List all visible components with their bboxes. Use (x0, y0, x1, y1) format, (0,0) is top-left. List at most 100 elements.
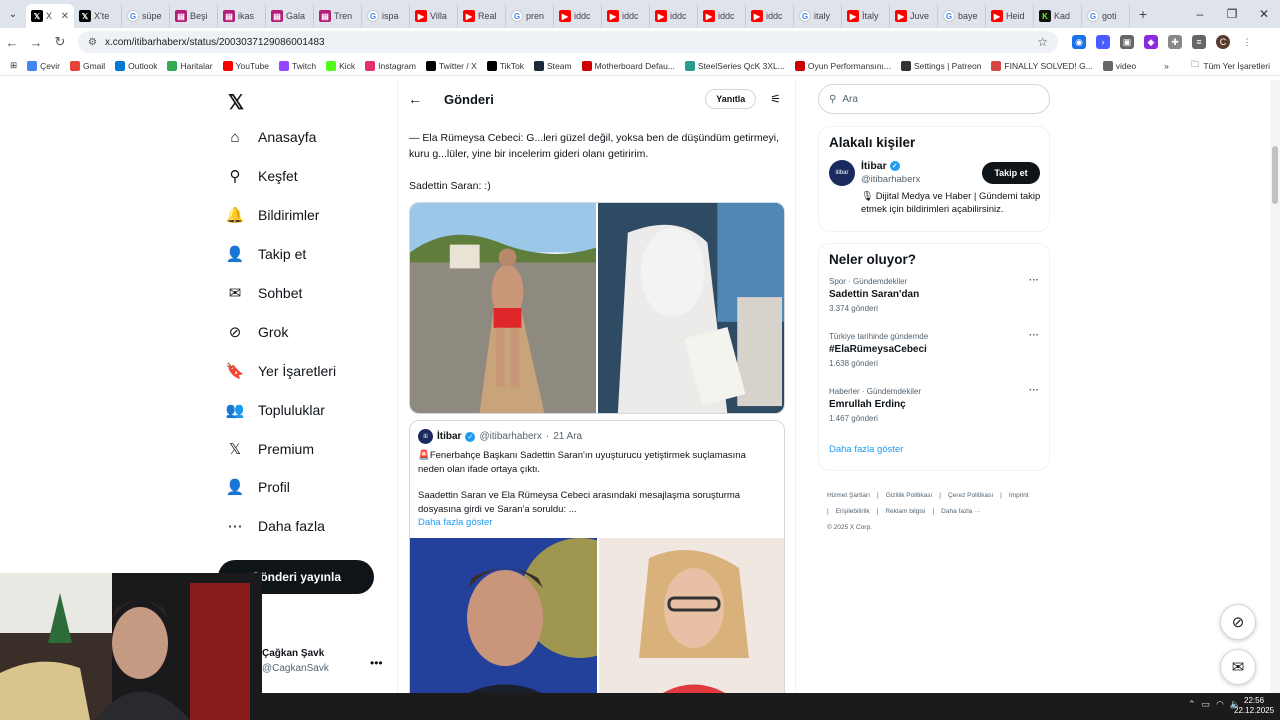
extension-icon[interactable]: ◉ (1072, 35, 1086, 49)
sidebar-item-takip-et[interactable]: 👤 Takip et (226, 245, 307, 263)
browser-tab[interactable]: ▶ iddc (650, 4, 698, 28)
puzzle-icon[interactable]: ✚ (1168, 35, 1182, 49)
browser-tab[interactable]: ▶ iddc (698, 4, 746, 28)
sidebar-item-premium[interactable]: 𝕏 Premium (226, 440, 314, 458)
footer-link[interactable]: Gizlilik Politikası (886, 492, 933, 499)
sidebar-item-bildirimler[interactable]: 🔔 Bildirimler (226, 206, 320, 224)
browser-tab[interactable]: Gitaly (794, 4, 842, 28)
browser-tab[interactable]: Gispa (362, 4, 410, 28)
bookmarks-more-button[interactable]: » (1164, 61, 1169, 71)
x-logo-icon[interactable]: 𝕏 (228, 90, 244, 115)
post-image[interactable] (410, 203, 596, 413)
browser-tab[interactable]: K Kad (1034, 4, 1082, 28)
back-arrow-icon[interactable]: ← (408, 91, 422, 107)
site-info-icon[interactable]: ⚙ (88, 37, 97, 48)
minimize-icon[interactable]: – (1184, 7, 1216, 21)
quoted-image[interactable] (599, 538, 784, 693)
footer-link[interactable]: Imprint (1009, 492, 1029, 499)
bookmark-item[interactable]: Outlook (115, 60, 157, 71)
footer-link[interactable]: Çerez Politikası (948, 492, 993, 499)
follow-button[interactable]: Takip et (982, 162, 1040, 184)
trends-show-more-link[interactable]: Daha fazla göster (819, 440, 1049, 467)
bookmark-item[interactable]: Gmail (69, 60, 105, 71)
network-icon[interactable]: ▭ (1202, 699, 1211, 710)
sidebar-item-profil[interactable]: 👤 Profil (226, 478, 290, 496)
back-icon[interactable]: ← (0, 35, 24, 50)
tab-search-icon[interactable]: ⌄ (0, 0, 26, 28)
reload-icon[interactable]: ↻ (48, 34, 72, 50)
reply-button[interactable]: Yanıtla (705, 89, 757, 109)
sidebar-item-topluluklar[interactable]: 👥 Topluluklar (226, 401, 325, 419)
footer-link[interactable]: Hizmet Şartları (827, 492, 870, 499)
bookmark-item[interactable]: Settings | Patreon (901, 60, 981, 71)
bookmark-item[interactable]: Kick (326, 60, 355, 71)
trend-item[interactable]: Spor · Gündemdekiler Sadettin Saran'dan 3.… (819, 275, 1049, 330)
bookmark-item[interactable]: Haritalar (167, 60, 213, 71)
avatar[interactable]: iti (418, 429, 433, 444)
bookmark-item[interactable]: Oyun Performansını... (794, 60, 891, 71)
footer-link[interactable]: Erişilebilirlik (836, 508, 870, 515)
bookmark-item[interactable]: Twitter / X (425, 60, 477, 71)
bookmark-item[interactable]: SteelSeries QcK 3XL... (684, 60, 785, 71)
quoted-post[interactable]: iti İtibar ✓ @itibarhaberx · 21 Ara 🚨Fen… (409, 420, 785, 693)
quoted-author-name[interactable]: İtibar (437, 431, 461, 442)
trend-item[interactable]: Haberler · Gündemdekiler Emrullah Erdinç 1… (819, 385, 1049, 440)
media-icon[interactable]: ≡ (1192, 35, 1206, 49)
browser-tab[interactable]: 𝕏 X'te (74, 4, 122, 28)
close-window-icon[interactable]: ✕ (1248, 7, 1280, 21)
browser-tab[interactable]: ▶ Real (458, 4, 506, 28)
close-tab-icon[interactable]: ✕ (61, 11, 69, 22)
restore-icon[interactable]: ❐ (1216, 7, 1248, 21)
url-input[interactable]: ⚙ x.com/itibarhaberx/status/200303712908… (78, 31, 1058, 53)
filter-icon[interactable]: ⚟ (770, 92, 781, 106)
avatar[interactable]: itibar (829, 160, 855, 186)
bookmark-item[interactable]: YouTube (222, 60, 269, 71)
related-name[interactable]: İtibar ✓ (861, 160, 900, 172)
sidebar-item-grok[interactable]: ⊘ Grok (226, 323, 289, 341)
messages-fab-icon[interactable]: ✉ (1220, 649, 1256, 685)
more-icon[interactable]: ··· (1029, 330, 1039, 341)
browser-tab[interactable]: ▶ iddc (746, 4, 794, 28)
wifi-icon[interactable]: ◠ (1216, 699, 1224, 710)
extension-icon[interactable]: ▣ (1120, 35, 1134, 49)
apps-icon[interactable]: ⊞ (10, 60, 17, 71)
bookmark-item[interactable]: FINALLY SOLVED! G... (991, 60, 1093, 71)
bookmark-item[interactable]: Instagram (365, 60, 416, 71)
post-image[interactable] (598, 203, 784, 413)
related-person[interactable]: itibar İtibar ✓ @itibarhaberx Takip et 🎙… (819, 158, 1049, 224)
sidebar-item-ke-fet[interactable]: ⚲ Keşfet (226, 167, 298, 185)
menu-icon[interactable]: ⋮ (1240, 35, 1254, 49)
search-input[interactable]: ⚲ Ara (818, 84, 1050, 114)
bookmark-item[interactable]: Motherboard Defau... (581, 60, 675, 71)
more-icon[interactable]: ··· (1029, 385, 1039, 396)
bookmark-item[interactable]: TikTok (486, 60, 524, 71)
extension-icon[interactable]: › (1096, 35, 1110, 49)
forward-icon[interactable]: → (24, 35, 48, 50)
extension-icon[interactable]: ◆ (1144, 35, 1158, 49)
scrollbar-thumb[interactable] (1272, 146, 1278, 204)
bookmark-item[interactable]: video (1102, 60, 1136, 71)
more-icon[interactable]: ··· (1029, 275, 1039, 286)
sidebar-item-anasayfa[interactable]: ⌂ Anasayfa (226, 128, 316, 146)
account-switcher[interactable]: Çağkan Şavk @CagkanSavk (262, 648, 329, 674)
browser-tab[interactable]: 𝕏 X ✕ (26, 4, 74, 28)
browser-tab[interactable]: Ggoti (1082, 4, 1130, 28)
browser-tab[interactable]: ▤ Gala (266, 4, 314, 28)
footer-link[interactable]: Daha fazla ··· (941, 508, 980, 515)
clock[interactable]: 22:56 22.12.2025 (1234, 696, 1274, 716)
browser-tab[interactable]: ▶ Villa (410, 4, 458, 28)
all-bookmarks-link[interactable]: Tüm Yer İşaretleri (1203, 61, 1270, 71)
browser-tab[interactable]: ▤ ikas (218, 4, 266, 28)
quoted-post-date[interactable]: 21 Ara (553, 431, 582, 442)
browser-tab[interactable]: ▤ Beşi (170, 4, 218, 28)
browser-tab[interactable]: Gbaye (938, 4, 986, 28)
grok-fab-icon[interactable]: ⊘ (1220, 604, 1256, 640)
browser-tab[interactable]: ▶ iddc (602, 4, 650, 28)
sidebar-item-daha-fazla[interactable]: ⋯ Daha fazla (226, 517, 325, 535)
page-scrollbar[interactable] (1270, 80, 1280, 693)
browser-tab[interactable]: ▶ İtaly (842, 4, 890, 28)
bookmark-item[interactable]: Steam (534, 60, 572, 71)
sidebar-item-sohbet[interactable]: ✉ Sohbet (226, 284, 303, 302)
browser-tab[interactable]: ▶ Juve (890, 4, 938, 28)
sidebar-item-yer-i-aretleri[interactable]: 🔖 Yer İşaretleri (226, 362, 336, 380)
